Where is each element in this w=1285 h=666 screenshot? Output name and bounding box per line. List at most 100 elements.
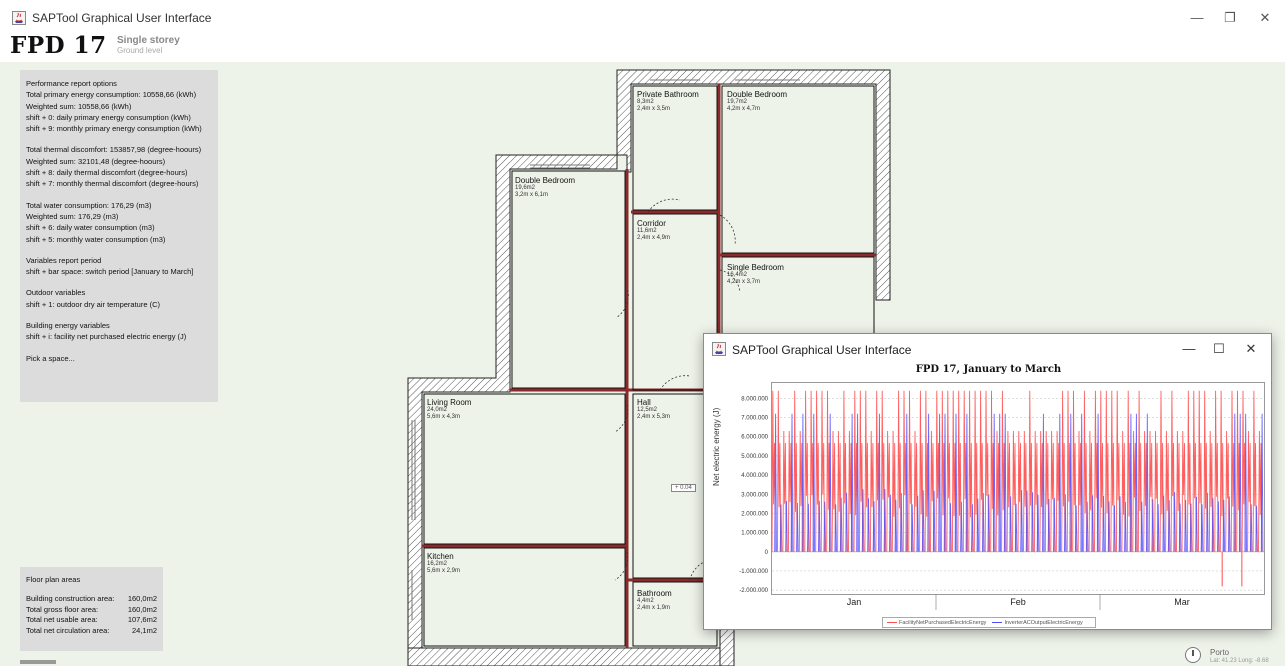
- room-single-bedroom[interactable]: Single Bedroom 16,4m2 4,2m x 3,7m: [727, 263, 784, 286]
- room-dims: 2,4m x 1,9m: [637, 605, 671, 611]
- room-corridor[interactable]: Corridor 11,6m2 2,4m x 4,9m: [637, 219, 670, 242]
- compass-icon: [1185, 647, 1201, 663]
- report-line: Weighted sum: 10558,66 (kWh): [26, 101, 132, 111]
- area-row: Total net usable area: 107,6m2: [26, 615, 157, 626]
- y-tick-label: 2.000.000: [741, 511, 768, 517]
- report-line: Weighted sum: 176,29 (m3): [26, 211, 119, 221]
- room-name: Bathroom: [637, 589, 672, 598]
- x-tick-label: Feb: [1010, 597, 1026, 607]
- room-area: 24,0m2: [427, 407, 448, 413]
- x-tick-label: Jan: [847, 597, 862, 607]
- room-living-room[interactable]: Living Room 24,0m2 5,6m x 4,3m: [427, 398, 471, 421]
- room-area: 12,5m2: [637, 407, 658, 413]
- y-tick-label: -2.000.000: [739, 588, 768, 594]
- report-line: shift + 7: monthly thermal discomfort (d…: [26, 179, 199, 189]
- room-area: 16,2m2: [427, 561, 448, 567]
- room-dims: 5,6m x 2,9m: [427, 568, 461, 574]
- room-dims: 4,2m x 4,7m: [727, 106, 761, 112]
- room-kitchen[interactable]: Kitchen 16,2m2 5,6m x 2,9m: [427, 552, 460, 575]
- report-line: shift + 5: monthly water consumption (m3…: [26, 234, 166, 244]
- report-line: shift + 0: daily primary energy consumpt…: [26, 112, 191, 122]
- report-line: Weighted sum: 32101,48 (degree-hoours): [26, 156, 166, 166]
- chart-window[interactable]: SAPTool Graphical User Interface — ☐ ✕ F…: [703, 333, 1272, 630]
- room-area: 19,6m2: [515, 185, 536, 191]
- y-tick-label: -1.000.000: [739, 569, 768, 575]
- report-line: shift + 8: daily thermal discomfort (deg…: [26, 168, 188, 178]
- room-name: Double Bedroom: [515, 176, 576, 185]
- room-name: Private Bathroom: [637, 90, 699, 99]
- room-name: Corridor: [637, 219, 666, 228]
- y-tick-label: 6.000.000: [741, 435, 768, 441]
- room-area: 19,7m2: [727, 99, 748, 105]
- room-name: Single Bedroom: [727, 263, 784, 272]
- room-name: Hall: [637, 398, 651, 407]
- y-tick-label: 5.000.000: [741, 454, 768, 460]
- location-city: Porto: [1210, 648, 1230, 657]
- legend-item-facility: FacilityNetPurchasedElectricEnergy: [887, 620, 986, 626]
- report-heading: Performance report options: [26, 79, 117, 88]
- y-tick-label: 3.000.000: [741, 492, 768, 498]
- area-label: Total gross floor area:: [26, 604, 99, 614]
- y-tick-label: 8.000.000: [741, 396, 768, 402]
- legend-label: FacilityNetPurchasedElectricEnergy: [899, 619, 987, 626]
- chart-legend: FacilityNetPurchasedElectricEnergy Inver…: [882, 617, 1096, 628]
- report-line: Variables report period: [26, 255, 102, 265]
- area-value: 24,1m2: [131, 625, 157, 635]
- south-wall: [407, 647, 735, 666]
- report-line: shift + 9: monthly primary energy consum…: [26, 124, 202, 134]
- pick-space-prompt: Pick a space...: [26, 353, 75, 363]
- areas-title: Floor plan areas: [26, 575, 81, 584]
- area-label: Total net circulation area:: [26, 625, 110, 635]
- report-line: Total thermal discomfort: 153857,98 (deg…: [26, 145, 202, 155]
- room-area: 16,4m2: [727, 272, 748, 278]
- report-line: Total water consumption: 176,29 (m3): [26, 200, 152, 210]
- area-label: Building construction area:: [26, 594, 115, 603]
- room-area: 11,6m2: [637, 228, 657, 234]
- area-label: Total net usable area:: [26, 615, 98, 624]
- location-coords: Lat: 41.23 Long: -8.68: [1210, 658, 1269, 664]
- y-tick-label: 7.000.000: [741, 416, 768, 422]
- room-double-bedroom-2[interactable]: Double Bedroom 19,6m2 3,2m x 6,1m: [515, 176, 575, 199]
- report-line: shift + i: facility net purchased electr…: [26, 332, 187, 342]
- floor-plan-areas-panel: Floor plan areas Building construction a…: [20, 567, 163, 651]
- room-dims: 3,2m x 6,1m: [515, 192, 549, 198]
- report-line: shift + 6: daily water consumption (m3): [26, 223, 155, 233]
- performance-report-panel: Performance report options Total primary…: [20, 70, 218, 402]
- area-value: 160,0m2: [127, 604, 157, 614]
- report-line: Total primary energy consumption: 10558,…: [26, 90, 197, 100]
- room-dims: 2,4m x 3,5m: [637, 106, 671, 112]
- report-line: Outdoor variables: [26, 288, 86, 298]
- room-area: 4,4m2: [637, 598, 654, 604]
- room-private-bathroom[interactable]: Private Bathroom 8,3m2 2,4m x 3,5m: [637, 90, 699, 113]
- room-dims: 4,2m x 3,7m: [727, 279, 761, 285]
- x-tick-label: Mar: [1174, 597, 1190, 607]
- room-double-bedroom-1[interactable]: Double Bedroom 19,7m2 4,2m x 4,7m: [727, 90, 787, 113]
- room-hall[interactable]: Hall 12,5m2 2,4m x 5,3m: [637, 398, 670, 421]
- area-row: Total net circulation area: 24,1m2: [26, 626, 157, 637]
- room-dims: 5,6m x 4,3m: [427, 414, 461, 420]
- report-line: Building energy variables: [26, 321, 110, 331]
- area-row: Total gross floor area: 160,0m2: [26, 605, 157, 616]
- room-name: Living Room: [427, 398, 472, 407]
- report-line: shift + bar space: switch period [Januar…: [26, 267, 194, 277]
- chart-svg: 8.000.000 7.000.000 6.000.000 5.000.000 4.00…: [739, 390, 1264, 610]
- report-line: shift + 1: outdoor dry air temperature (…: [26, 299, 161, 309]
- level-tag: + 0.04: [671, 484, 696, 492]
- room-dims: 2,4m x 5,3m: [637, 414, 671, 420]
- legend-label: InverterACOutputElectricEnergy: [1004, 619, 1083, 626]
- room-bathroom[interactable]: Bathroom 4,4m2 2,4m x 1,9m: [637, 589, 672, 612]
- y-tick-label: 1.000.000: [741, 531, 768, 537]
- area-value: 160,0m2: [127, 594, 157, 603]
- legend-swatch: [887, 621, 897, 623]
- room-dims: 2,4m x 4,9m: [637, 235, 671, 241]
- room-area: 8,3m2: [637, 99, 654, 105]
- room-name: Kitchen: [427, 552, 454, 561]
- area-value: 107,6m2: [127, 615, 157, 624]
- horizontal-scrollbar[interactable]: [20, 660, 56, 664]
- area-row: Building construction area: 160,0m2: [26, 594, 157, 605]
- legend-swatch: [992, 621, 1003, 623]
- y-tick-label: 0: [765, 550, 769, 556]
- y-tick-label: 4.000.000: [741, 473, 768, 479]
- legend-item-inverter: InverterACOutputElectricEnergy: [992, 619, 1083, 626]
- room-name: Double Bedroom: [727, 90, 788, 99]
